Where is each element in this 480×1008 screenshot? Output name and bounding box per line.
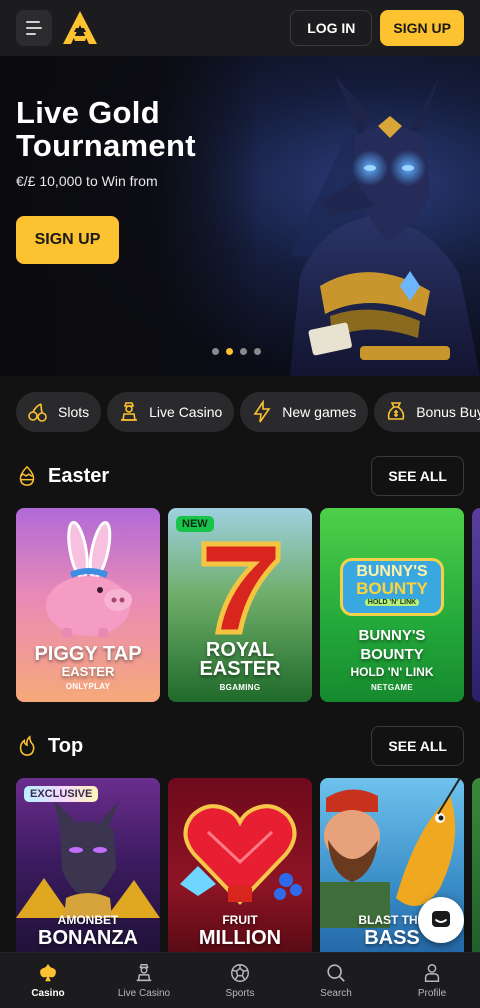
game-subtitle: EASTER — [199, 658, 281, 680]
game-title: BUNNY'S — [358, 627, 426, 644]
see-all-button[interactable]: SEE ALL — [371, 456, 464, 496]
section-header-easter: Easter SEE ALL — [16, 456, 464, 496]
carousel-dot-active[interactable] — [226, 348, 233, 355]
nav-sports[interactable]: Sports — [192, 953, 288, 1008]
bunny-logo-art: BUNNY'S BOUNTY HOLD 'N' LINK — [340, 558, 444, 616]
nav-search[interactable]: Search — [288, 953, 384, 1008]
hamburger-menu-icon[interactable] — [16, 10, 52, 46]
hero-banner[interactable]: Live Gold Tournament €/£ 10,000 to Win f… — [0, 56, 480, 376]
game-card[interactable]: BUNNY'S BOUNTY HOLD 'N' LINK BUNNY'S BOU… — [320, 508, 464, 702]
category-live-casino[interactable]: Live Casino — [107, 392, 235, 432]
game-provider: ONLYPLAY — [65, 682, 111, 691]
user-icon — [424, 964, 440, 982]
category-label: Bonus Buy — [416, 404, 480, 420]
section-title: Top — [48, 734, 84, 757]
carousel-dot[interactable] — [240, 348, 247, 355]
amonbet-logo[interactable] — [60, 8, 100, 48]
piggy-art — [46, 520, 132, 638]
category-label: Live Casino — [149, 404, 223, 420]
anubis-illustration — [290, 76, 480, 376]
game-provider: BGAMING — [219, 683, 261, 692]
game-card[interactable]: FRUIT MILLION — [168, 778, 312, 972]
coin-bag-icon — [387, 402, 405, 420]
carousel-dot[interactable] — [254, 348, 261, 355]
anubis-game-art — [16, 800, 160, 918]
nav-label: Live Casino — [117, 988, 171, 999]
chat-support-button[interactable] — [418, 897, 464, 943]
category-label: New games — [282, 404, 357, 420]
dealer-icon — [121, 402, 138, 421]
game-row-easter: PIGGY TAP EASTER ONLYPLAY NEW ROYAL EAST… — [16, 508, 480, 702]
hero-subtitle: €/£ 10,000 to Win from — [16, 173, 158, 189]
game-card[interactable]: PIGGY TAP EASTER ONLYPLAY — [16, 508, 160, 702]
bunny-logo-text: BOUNTY — [356, 579, 428, 598]
nav-label: Search — [320, 988, 352, 999]
login-button[interactable]: LOG IN — [290, 10, 373, 46]
casino-icon — [40, 963, 56, 982]
game-title: ROYAL — [205, 639, 275, 661]
cherries-icon — [28, 403, 47, 422]
game-card-partial[interactable] — [472, 508, 480, 702]
chat-icon — [432, 911, 450, 927]
hero-title: Live Gold Tournament — [16, 95, 196, 163]
signup-button[interactable]: SIGN UP — [380, 10, 464, 46]
category-bonus-buy[interactable]: Bonus Buy — [374, 392, 480, 432]
carousel-dots — [212, 348, 261, 355]
game-title: FRUIT — [222, 913, 258, 927]
game-subtitle: EASTER — [61, 664, 115, 679]
dealer-icon — [136, 964, 152, 982]
carousel-dot[interactable] — [212, 348, 219, 355]
section-title: Easter — [48, 464, 110, 487]
flame-icon — [19, 735, 35, 756]
new-badge: NEW — [176, 516, 214, 532]
game-title: AMONBET — [57, 913, 119, 927]
section-header-top: Top SEE ALL — [16, 726, 464, 766]
game-subtitle: BONANZA — [38, 927, 138, 949]
category-new-games[interactable]: New games — [240, 392, 369, 432]
soccer-ball-icon — [231, 964, 249, 982]
search-icon — [327, 964, 345, 982]
seven-art — [201, 541, 281, 635]
game-subtitle: HOLD 'N' LINK — [350, 665, 434, 679]
heart-gem-art — [180, 804, 302, 905]
game-card[interactable]: EXCLUSIVE AMONBET BONANZA — [16, 778, 160, 972]
nav-live-casino[interactable]: Live Casino — [96, 953, 192, 1008]
bottom-nav: Casino Live Casino Sports Search Profile — [0, 952, 480, 1008]
lightning-icon — [253, 400, 271, 423]
category-slots[interactable]: Slots — [16, 392, 102, 432]
bunny-logo-text: HOLD 'N' LINK — [365, 599, 419, 606]
game-subtitle: MILLION — [198, 927, 282, 949]
game-subtitle: BOUNTY — [360, 646, 424, 663]
nav-profile[interactable]: Profile — [384, 953, 480, 1008]
nav-label: Sports — [225, 988, 255, 999]
nav-label: Casino — [31, 988, 65, 999]
hero-signup-button[interactable]: SIGN UP — [16, 216, 119, 264]
top-header: LOG IN SIGN UP — [0, 0, 480, 56]
easter-egg-icon — [19, 465, 35, 486]
see-all-button[interactable]: SEE ALL — [371, 726, 464, 766]
category-label: Slots — [58, 404, 90, 420]
nav-casino[interactable]: Casino — [0, 953, 96, 1008]
game-title: PIGGY TAP — [34, 643, 142, 665]
game-card[interactable]: NEW ROYAL EASTER BGAMING — [168, 508, 312, 702]
exclusive-badge: EXCLUSIVE — [24, 786, 99, 802]
game-row-top: EXCLUSIVE AMONBET BONANZA FRUIT MILLION … — [16, 778, 480, 972]
game-provider: NETGAME — [370, 683, 414, 692]
game-card-partial[interactable] — [472, 778, 480, 972]
nav-label: Profile — [417, 988, 447, 999]
category-chips: Slots Live Casino New games Bonus Buy — [16, 392, 480, 432]
